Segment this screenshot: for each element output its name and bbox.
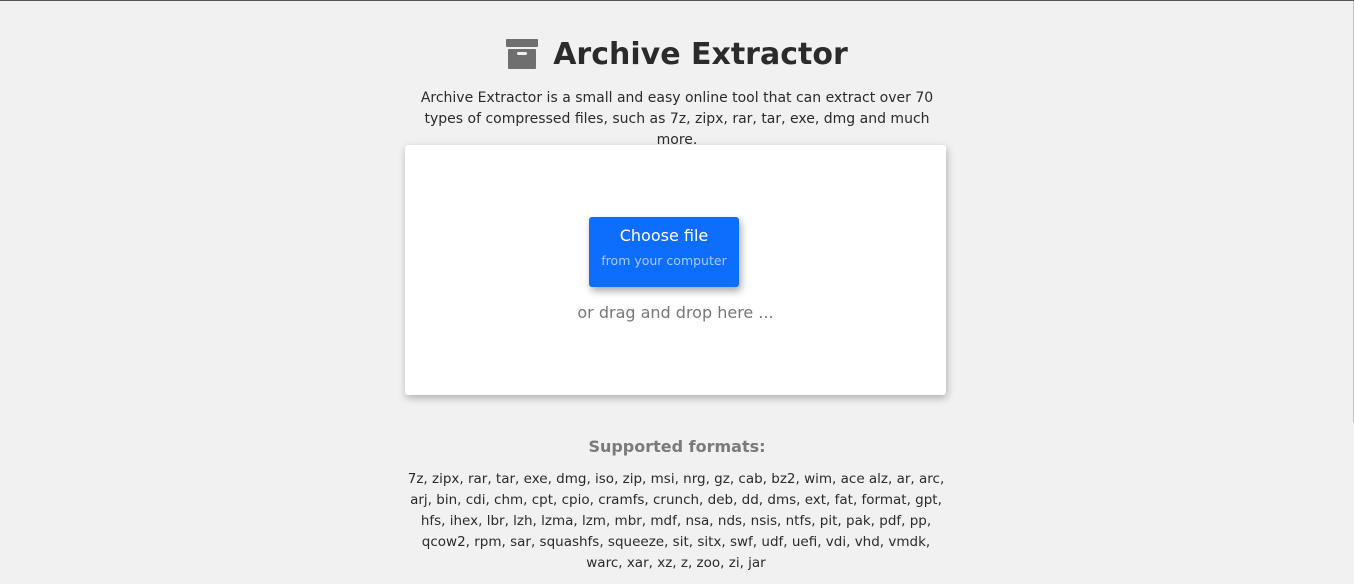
tool-description: Archive Extractor is a small and easy on…	[420, 90, 934, 148]
supported-formats-list: 7z, zipx, rar, tar, exe, dmg, iso, zip, …	[407, 471, 945, 571]
choose-file-button[interactable]: Choose file from your computer	[589, 217, 739, 287]
file-dropzone[interactable]: Choose file from your computer or drag a…	[405, 145, 946, 395]
window-top-border	[0, 0, 1354, 1]
archive-box-icon	[506, 39, 539, 69]
choose-file-sublabel: from your computer	[601, 253, 727, 268]
header-title-group: Archive Extractor	[506, 37, 848, 72]
supported-formats-heading: Supported formats:	[588, 437, 766, 456]
page-header: Archive Extractor	[0, 34, 1354, 74]
page-title: Archive Extractor	[553, 36, 848, 72]
drag-drop-hint: or drag and drop here ...	[577, 303, 774, 322]
choose-file-label: Choose file	[619, 226, 709, 245]
